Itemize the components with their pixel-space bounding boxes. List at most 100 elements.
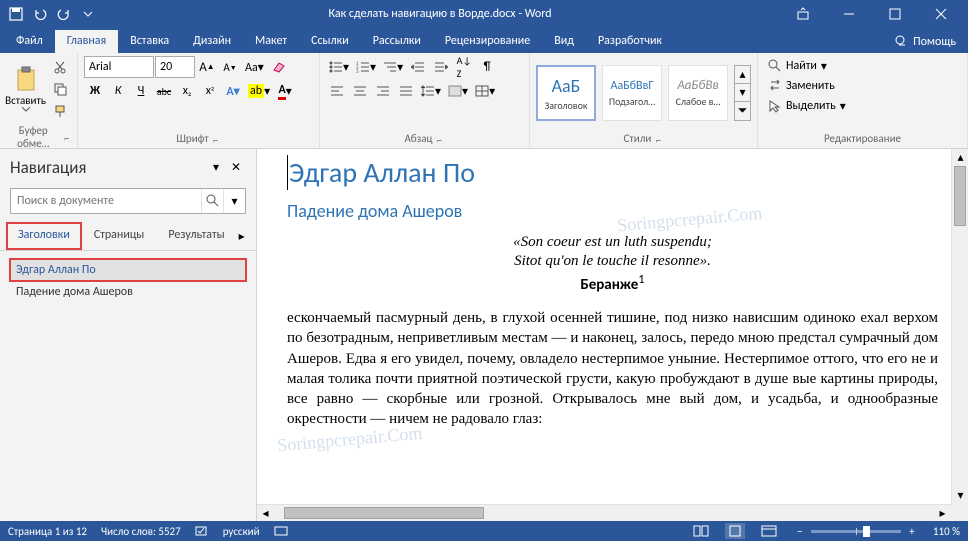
styles-launcher-icon[interactable]: ⌐	[653, 134, 663, 144]
hscroll-thumb[interactable]	[284, 507, 484, 519]
tab-file[interactable]: Файл	[4, 30, 55, 53]
font-name-input[interactable]	[84, 56, 154, 78]
align-left-icon[interactable]	[326, 80, 348, 102]
copy-icon[interactable]	[49, 78, 71, 100]
align-right-icon[interactable]	[372, 80, 394, 102]
numbering-icon[interactable]: 123▾	[353, 56, 379, 78]
navpane-close-icon[interactable]: ✕	[226, 158, 246, 178]
doc-quote-line1[interactable]: «Son coeur est un luth suspendu;	[287, 234, 938, 251]
status-wordcount[interactable]: Число слов: 5527	[101, 525, 181, 538]
shading-icon[interactable]: ▾	[445, 80, 471, 102]
bullets-icon[interactable]: ▾	[326, 56, 352, 78]
underline-button[interactable]: Ч	[130, 80, 152, 102]
superscript-icon[interactable]: x²	[199, 80, 221, 102]
hscroll-left-icon[interactable]: ◂	[257, 505, 274, 521]
doc-attribution[interactable]: Беранже1	[287, 272, 938, 294]
format-painter-icon[interactable]	[49, 100, 71, 122]
status-page[interactable]: Страница 1 из 12	[8, 525, 87, 538]
select-button[interactable]: Выделить ▾	[764, 96, 850, 116]
doc-heading2[interactable]: Падение дома Ашеров	[287, 200, 938, 222]
font-launcher-icon[interactable]: ⌐	[211, 134, 221, 144]
tab-design[interactable]: Дизайн	[181, 30, 243, 53]
font-size-input[interactable]	[155, 56, 195, 78]
italic-button[interactable]: К	[107, 80, 129, 102]
borders-icon[interactable]: ▾	[472, 80, 498, 102]
tab-mailings[interactable]: Рассылки	[361, 30, 433, 53]
sort-icon[interactable]: A↓Z	[453, 56, 475, 78]
strike-button[interactable]: abc	[153, 80, 175, 102]
nav-item-h2[interactable]: Падение дома Ашеров	[10, 281, 246, 303]
replace-button[interactable]: Заменить	[764, 76, 850, 96]
vscroll-track[interactable]	[952, 166, 968, 487]
nav-item-h1[interactable]: Эдгар Аллан По	[10, 259, 246, 281]
line-spacing-icon[interactable]: ▾	[418, 80, 444, 102]
hscroll-right-icon[interactable]: ▸	[934, 505, 951, 521]
vscroll-up-icon[interactable]: ▴	[952, 149, 968, 166]
nav-search-icon[interactable]	[201, 189, 223, 213]
multilevel-icon[interactable]: ▾	[380, 56, 406, 78]
status-spellcheck-icon[interactable]	[195, 525, 209, 537]
zoom-in-icon[interactable]: +	[905, 525, 919, 538]
justify-icon[interactable]	[395, 80, 417, 102]
tab-developer[interactable]: Разработчик	[586, 30, 674, 53]
save-icon[interactable]	[4, 2, 28, 26]
style-scroll-up-icon[interactable]: ▴	[735, 66, 750, 84]
vscroll-thumb[interactable]	[954, 166, 966, 226]
view-read-icon[interactable]	[691, 523, 711, 539]
zoom-handle[interactable]	[863, 526, 870, 537]
status-macros-icon[interactable]	[274, 525, 288, 537]
increase-indent-icon[interactable]	[430, 56, 452, 78]
vscroll-down-icon[interactable]: ▾	[952, 487, 968, 504]
nav-search-input[interactable]	[11, 189, 201, 213]
show-marks-icon[interactable]: ¶	[476, 56, 498, 78]
tab-home[interactable]: Главная	[55, 30, 118, 53]
highlight-icon[interactable]: ab▾	[245, 80, 273, 102]
paste-button[interactable]: Вставить	[6, 56, 45, 122]
navtab-headings[interactable]: Заголовки	[6, 222, 82, 250]
tab-view[interactable]: Вид	[542, 30, 586, 53]
navtab-pages[interactable]: Страницы	[82, 222, 157, 250]
redo-icon[interactable]	[52, 2, 76, 26]
bold-button[interactable]: Ж	[84, 80, 106, 102]
style-expand-icon[interactable]: ⏷	[735, 102, 750, 120]
status-language[interactable]: русский	[223, 525, 260, 538]
zoom-slider[interactable]	[811, 530, 901, 533]
style-heading1[interactable]: АаБ Заголовок	[536, 65, 596, 121]
style-subtitle[interactable]: АаБбВвГ Подзагол…	[602, 65, 662, 121]
tab-references[interactable]: Ссылки	[299, 30, 361, 53]
minimize-icon[interactable]	[826, 0, 872, 28]
view-web-icon[interactable]	[759, 523, 779, 539]
tab-review[interactable]: Рецензирование	[433, 30, 542, 53]
style-scroll-down-icon[interactable]: ▾	[735, 84, 750, 102]
align-center-icon[interactable]	[349, 80, 371, 102]
font-color-icon[interactable]: A▾	[274, 80, 296, 102]
tab-layout[interactable]: Макет	[243, 30, 299, 53]
qat-more-icon[interactable]	[76, 2, 100, 26]
ribbon-options-icon[interactable]	[780, 0, 826, 28]
hscroll-track[interactable]	[274, 505, 934, 521]
clipboard-launcher-icon[interactable]: ⌐	[62, 132, 71, 142]
navtab-overflow-icon[interactable]: ▸	[237, 229, 247, 244]
paragraph-launcher-icon[interactable]: ⌐	[434, 134, 444, 144]
text-effects-icon[interactable]: A▾	[222, 80, 244, 102]
navpane-menu-icon[interactable]: ▾	[206, 158, 226, 178]
doc-body-text[interactable]: ескончаемый пасмурный день, в глухой осе…	[287, 308, 938, 430]
doc-heading1[interactable]: Эдгар Аллан По	[287, 155, 938, 190]
doc-quote-line2[interactable]: Sitot qu'on le touche il resonne».	[287, 253, 938, 270]
shrink-font-icon[interactable]: A▼	[219, 56, 241, 78]
tell-me[interactable]: Помощь	[887, 31, 964, 53]
zoom-level[interactable]: 110 %	[933, 525, 960, 538]
find-button[interactable]: Найти ▾	[764, 56, 850, 76]
subscript-icon[interactable]: x₂	[176, 80, 198, 102]
decrease-indent-icon[interactable]	[407, 56, 429, 78]
zoom-out-icon[interactable]: −	[793, 525, 807, 538]
change-case-icon[interactable]: Aa▾	[242, 56, 267, 78]
cut-icon[interactable]	[49, 56, 71, 78]
grow-font-icon[interactable]: A▲	[196, 56, 218, 78]
style-weak[interactable]: АаБбВв Слабое в…	[668, 65, 728, 121]
tab-insert[interactable]: Вставка	[118, 30, 181, 53]
clear-format-icon[interactable]	[268, 56, 290, 78]
navtab-results[interactable]: Результаты	[156, 222, 236, 250]
close-icon[interactable]	[918, 0, 964, 28]
view-print-icon[interactable]	[725, 523, 745, 539]
